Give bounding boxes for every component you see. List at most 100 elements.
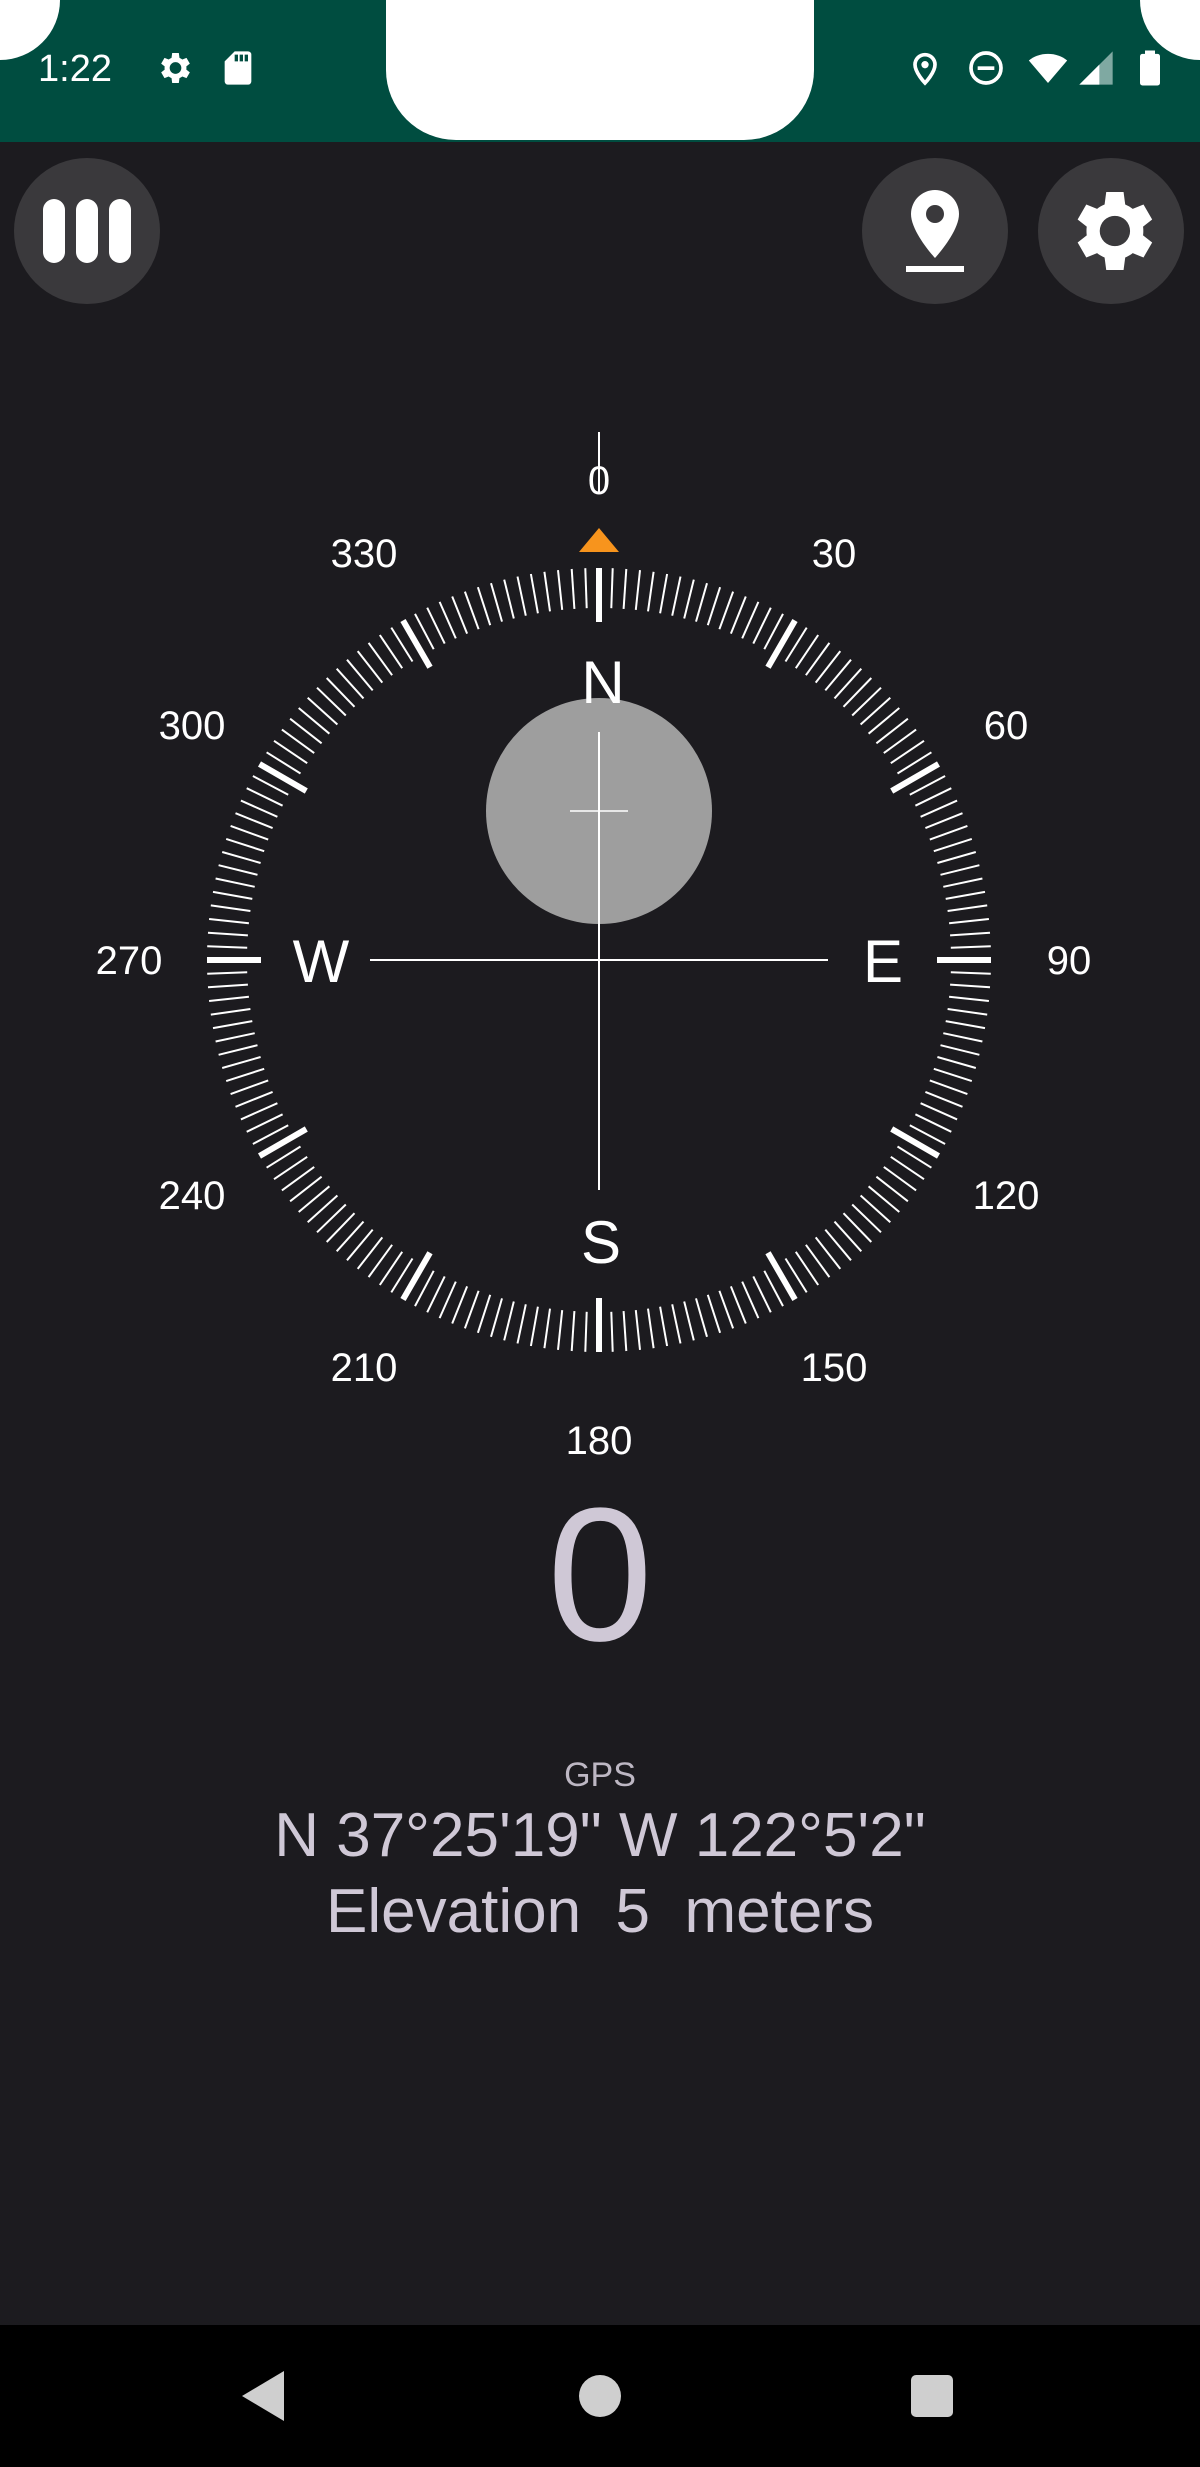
minor-tick: [557, 1309, 564, 1351]
minor-tick: [451, 1286, 469, 1324]
camera-notch: [386, 0, 814, 140]
minor-tick: [950, 931, 991, 937]
major-tick: [765, 1251, 798, 1301]
minor-tick: [741, 1281, 760, 1319]
minor-tick: [235, 812, 273, 830]
major-tick: [400, 619, 433, 669]
minor-tick: [752, 607, 772, 645]
minor-tick: [463, 591, 480, 630]
status-time: 1:22: [38, 48, 112, 90]
minor-tick: [221, 1056, 261, 1069]
minor-tick: [947, 904, 988, 912]
minor-tick: [218, 864, 258, 876]
minor-tick: [490, 582, 503, 622]
minor-tick: [215, 1032, 255, 1043]
cardinal-n: N: [581, 649, 624, 716]
location-button[interactable]: [862, 158, 1008, 304]
minor-tick: [925, 812, 963, 830]
calibrate-button[interactable]: [14, 158, 160, 304]
degree-label-180: 180: [566, 1419, 633, 1463]
gps-coordinates: N 37°25'19" W 122°5'2": [274, 1801, 926, 1870]
minor-tick: [246, 1113, 284, 1133]
minor-tick: [490, 1298, 503, 1338]
minor-tick: [929, 1079, 968, 1096]
minor-tick: [503, 1301, 515, 1341]
minor-tick: [647, 571, 655, 612]
minor-tick: [208, 995, 250, 1002]
minor-tick: [718, 591, 735, 630]
degree-label-30: 30: [812, 532, 857, 576]
minor-tick: [215, 877, 255, 888]
minor-tick: [230, 1079, 269, 1096]
minor-tick: [950, 983, 991, 989]
back-icon[interactable]: [228, 2361, 298, 2431]
minor-tick: [683, 579, 695, 619]
minor-tick: [212, 890, 253, 900]
minor-tick: [210, 904, 251, 912]
minor-tick: [920, 1102, 958, 1121]
minor-tick: [948, 995, 990, 1002]
minor-tick: [240, 799, 278, 818]
minor-tick: [929, 824, 968, 841]
minor-tick: [943, 1032, 983, 1043]
minor-tick: [225, 837, 265, 853]
minor-tick: [925, 1090, 963, 1108]
minor-tick: [426, 1275, 446, 1313]
minor-tick: [741, 601, 760, 639]
minor-tick: [933, 1067, 973, 1083]
heading-pointer: [579, 528, 619, 552]
minor-tick: [207, 945, 248, 949]
do-not-disturb-icon: [969, 51, 1003, 85]
degree-label-120: 120: [973, 1174, 1040, 1218]
battery-icon: [1140, 50, 1160, 86]
minor-tick: [634, 1309, 641, 1351]
minor-tick: [752, 1275, 772, 1313]
navigation-bar: [0, 2325, 1200, 2467]
minor-tick: [659, 573, 669, 614]
minor-tick: [516, 1304, 527, 1344]
degree-label-330: 330: [331, 532, 398, 576]
minor-tick: [940, 864, 980, 876]
minor-tick: [950, 945, 991, 949]
minor-tick: [426, 607, 446, 645]
minor-tick: [937, 851, 977, 864]
signal-icon: [1079, 51, 1113, 85]
minor-tick: [659, 1306, 669, 1347]
cardinal-s: S: [581, 1209, 621, 1276]
minor-tick: [706, 586, 722, 626]
cardinal-w: W: [293, 928, 350, 995]
minor-tick: [463, 1290, 480, 1329]
minor-tick: [950, 971, 991, 975]
minor-tick: [218, 1044, 258, 1056]
minor-tick: [948, 918, 990, 925]
minor-tick: [476, 1294, 492, 1334]
compass-dial[interactable]: 0306090120150180210240270300330 N E S W: [0, 420, 1200, 1480]
minor-tick: [920, 799, 958, 818]
minor-tick: [584, 568, 588, 609]
minor-tick: [210, 1008, 251, 1016]
recents-icon[interactable]: [897, 2361, 967, 2431]
minor-tick: [543, 571, 551, 612]
minor-tick: [671, 1304, 682, 1344]
settings-button[interactable]: [1038, 158, 1184, 304]
minor-tick: [570, 568, 576, 609]
degree-label-150: 150: [801, 1346, 868, 1390]
minor-tick: [438, 601, 457, 639]
minor-tick: [207, 983, 248, 989]
minor-tick: [610, 568, 614, 609]
minor-tick: [947, 1008, 988, 1016]
minor-tick: [914, 1113, 952, 1133]
minor-tick: [207, 931, 248, 937]
degree-label-210: 210: [331, 1346, 398, 1390]
minor-tick: [246, 787, 284, 807]
gear-icon: [1077, 192, 1153, 270]
major-tick: [765, 619, 798, 669]
minor-tick: [584, 1311, 588, 1352]
home-icon[interactable]: [565, 2361, 635, 2431]
minor-tick: [622, 1311, 628, 1352]
minor-tick: [570, 1311, 576, 1352]
minor-tick: [945, 1020, 986, 1030]
minor-tick: [914, 787, 952, 807]
wifi-icon: [1028, 53, 1068, 83]
settings-icon: [161, 53, 190, 83]
